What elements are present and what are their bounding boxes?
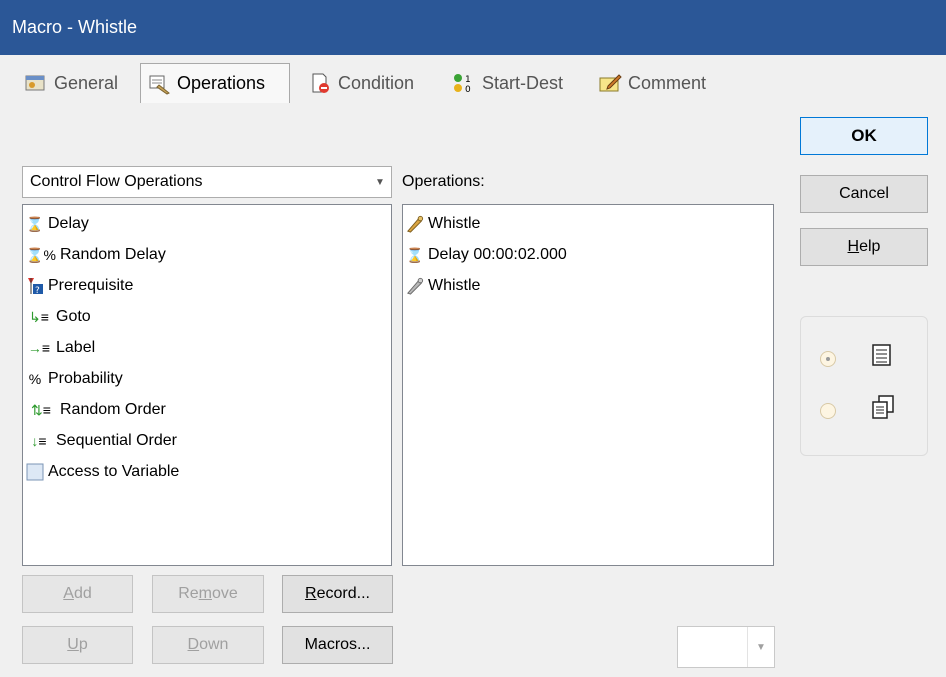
percent-icon: % [28,371,42,387]
down-button[interactable]: Down [152,626,264,664]
list-item-random-order[interactable]: ⇅ ≡ Random Order [26,397,166,423]
chevron-down-icon[interactable]: ▼ [369,167,391,197]
record-mnemonic: R [305,585,317,602]
add-button[interactable]: Add [22,575,133,613]
up-button-label: p [78,636,88,653]
list-item-label: Sequential Order [56,432,177,449]
list-item-label: Prerequisite [48,277,134,294]
tab-operations-label: Operations [177,73,266,93]
svg-text:1: 1 [465,75,471,85]
tab-start-dest[interactable]: 10 Start-Dest [446,65,569,101]
record-button-label: ecord... [316,585,370,602]
up-mnemonic: U [67,636,79,653]
list-item-delay[interactable]: ⌛ Delay [26,211,89,237]
title-bar: Macro - Whistle [0,0,946,55]
list-item-random-delay[interactable]: ⌛% Random Delay [26,242,166,268]
variable-icon [26,462,44,482]
whistle-icon [406,276,424,296]
tab-general-label: General [54,72,119,93]
hourglass-icon: ⌛ [26,215,44,232]
whistle-icon [406,214,424,234]
list-item-label: Label [56,339,96,356]
list-item-prerequisite[interactable]: ? Prerequisite [26,273,133,299]
cancel-button[interactable]: Cancel [800,175,928,213]
list-view-radio[interactable] [820,351,836,367]
add-mnemonic: A [63,585,74,602]
general-icon [24,72,48,94]
list-item-label: Access to Variable [48,463,180,480]
list-item-whistle[interactable]: Whistle [406,273,480,299]
down-button-label: own [199,636,229,653]
add-button-label: dd [73,585,92,602]
sequential-order-icon: ↓ ≡ [31,433,47,449]
tab-comment-label: Comment [628,72,707,93]
list-item-label: Whistle [428,215,481,232]
help-mnemonic: H [847,238,860,255]
list-item-label: Probability [48,370,123,387]
hourglass-icon: ⌛ [406,246,424,263]
list-item-label: Random Order [60,401,166,418]
tab-condition[interactable]: Condition [302,65,420,101]
list-item-label: Whistle [428,277,481,294]
available-operations-list[interactable]: ⌛ Delay ⌛% Random Delay ? Prerequisite ↳ ≡ G… [22,204,392,566]
remove-button[interactable]: Re m ove [152,575,264,613]
list-item-goto[interactable]: ↳ ≡ Goto [26,304,91,330]
tab-general[interactable]: General [18,65,124,101]
operations-icon [147,73,171,95]
small-select[interactable]: ▼ [677,626,775,668]
prerequisite-icon: ? [26,276,44,296]
operations-list[interactable]: Whistle ⌛ Delay 00:00:02.000 Whistle [402,204,774,566]
list-item-sequential-order[interactable]: ↓ ≡ Sequential Order [26,428,177,454]
tab-start-dest-label: Start-Dest [482,72,564,93]
list-view-icon [871,343,893,372]
help-button[interactable]: Help [800,228,928,266]
start-dest-icon: 10 [452,72,476,94]
list-item-label: Random Delay [60,246,166,263]
tab-strip: General Operations Condition 10 Start-De… [0,55,946,107]
window-title: Macro - Whistle [12,17,138,37]
remove-button-label-rest: ove [211,585,238,602]
list-item-probability[interactable]: % Probability [26,366,123,392]
list-item-access-to-variable[interactable]: Access to Variable [26,459,179,485]
macros-button[interactable]: Macros... [282,626,393,664]
list-item-label: Goto [56,308,91,325]
comment-icon [598,72,622,94]
category-select[interactable]: Control Flow Operations ▼ [22,166,392,198]
help-button-label: elp [859,238,881,255]
ok-button-label: OK [851,126,877,145]
list-item-delay[interactable]: ⌛ Delay 00:00:02.000 [406,242,567,268]
random-order-icon: ⇅ ≡ [31,401,51,419]
multi-page-view-icon [871,395,895,424]
multi-page-view-radio[interactable] [820,403,836,419]
list-item-label: Delay 00:00:02.000 [428,246,567,263]
goto-icon: ↳ ≡ [29,308,49,326]
random-delay-icon: ⌛% [26,246,56,263]
remove-mnemonic: m [198,585,212,602]
list-item-label-op[interactable]: → ≡ Label [26,335,95,361]
svg-text:0: 0 [465,85,471,94]
condition-icon [308,72,332,94]
tab-operations[interactable]: Operations [140,63,290,103]
view-mode-group [800,316,928,456]
tab-comment[interactable]: Comment [592,65,712,101]
label-icon: → ≡ [27,340,51,356]
list-item-label: Delay [48,215,89,232]
tab-condition-label: Condition [338,72,415,93]
list-item-whistle[interactable]: Whistle [406,211,480,237]
cancel-button-label: Cancel [839,185,889,202]
operations-label: Operations: [402,173,485,190]
up-button[interactable]: Up [22,626,133,664]
category-select-value: Control Flow Operations [30,173,203,190]
record-button[interactable]: Record... [282,575,393,613]
remove-button-label: Re [178,585,199,602]
ok-button[interactable]: OK [800,117,928,155]
chevron-down-icon[interactable]: ▼ [747,627,774,667]
svg-text:?: ? [35,286,40,296]
macros-button-label: Macros... [304,636,371,653]
down-mnemonic: D [187,636,200,653]
